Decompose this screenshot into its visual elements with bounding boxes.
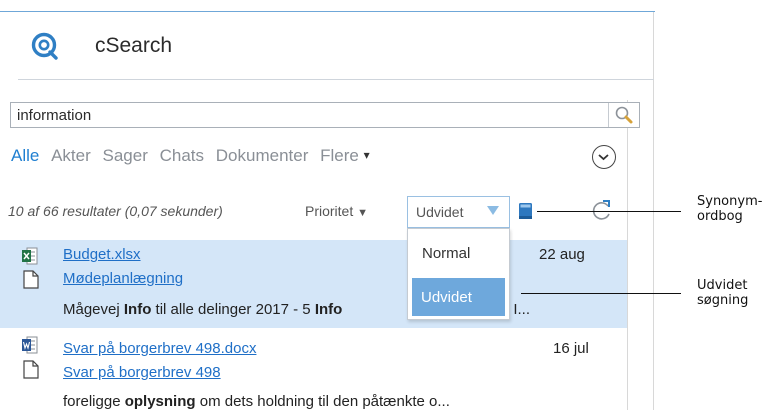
tab-alle[interactable]: Alle bbox=[11, 146, 39, 166]
window-top-border bbox=[0, 11, 655, 12]
search-mode-select[interactable]: Udvidet bbox=[407, 196, 510, 228]
more-caret-icon: ▾ bbox=[363, 148, 370, 162]
snippet-text: til alle delinger 2017 - 5 bbox=[151, 301, 315, 318]
search-mode-value: Udvidet bbox=[416, 204, 464, 220]
result-file-link[interactable]: Svar på borgerbrev 498.docx bbox=[63, 340, 256, 357]
document-icon bbox=[23, 270, 39, 289]
snippet-highlight: Info bbox=[314, 301, 343, 318]
result-snippet: foreligge oplysning om dets holdning til… bbox=[63, 393, 450, 410]
tab-chats[interactable]: Chats bbox=[160, 146, 204, 166]
snippet-highlight: Info bbox=[123, 301, 152, 318]
word-file-icon bbox=[22, 336, 38, 354]
csearch-logo-icon bbox=[31, 32, 58, 60]
result-case-link[interactable]: Mødeplanlægning bbox=[63, 270, 183, 287]
priority-label: Prioritet bbox=[305, 203, 354, 219]
results-count: 10 af 66 resultater (0,07 sekunder) bbox=[8, 203, 223, 219]
result-case-link[interactable]: Svar på borgerbrev 498 bbox=[63, 364, 221, 381]
tab-flere[interactable]: Flere ▾ bbox=[320, 146, 370, 166]
refresh-icon[interactable] bbox=[589, 197, 615, 223]
results-scroll-divider bbox=[627, 100, 628, 410]
search-icon bbox=[615, 106, 633, 124]
result-date: 16 jul bbox=[553, 340, 589, 357]
synonym-dictionary-icon[interactable] bbox=[518, 202, 533, 220]
search-button[interactable] bbox=[608, 103, 639, 127]
result-date: 22 aug bbox=[539, 246, 585, 263]
snippet-highlight: oplysning bbox=[124, 393, 196, 410]
tab-sager[interactable]: Sager bbox=[103, 146, 148, 166]
search-input[interactable]: information bbox=[10, 102, 640, 128]
dropdown-caret-icon bbox=[487, 206, 499, 215]
option-udvidet-label: Udvidet bbox=[421, 289, 472, 306]
snippet-text: foreligge bbox=[63, 393, 125, 410]
option-normal[interactable]: Normal bbox=[408, 229, 509, 275]
tab-flere-label: Flere bbox=[320, 146, 359, 165]
tab-dokumenter[interactable]: Dokumenter bbox=[216, 146, 309, 166]
caret-down-icon: ▼ bbox=[357, 207, 369, 219]
search-input-value: information bbox=[17, 107, 92, 124]
result-snippet: Mågevej Info til alle delinger 2017 - 5 … bbox=[63, 301, 342, 318]
chevron-down-icon bbox=[598, 154, 609, 161]
result-tabs: Alle Akter Sager Chats Dokumenter Flere … bbox=[11, 146, 377, 166]
callout-line-synonym bbox=[537, 211, 681, 212]
option-normal-label: Normal bbox=[422, 245, 471, 262]
document-icon bbox=[23, 360, 39, 379]
app-title: cSearch bbox=[95, 34, 173, 57]
priority-sort-button[interactable]: Prioritet ▼ bbox=[305, 203, 368, 219]
tab-akter[interactable]: Akter bbox=[51, 146, 91, 166]
snippet-text: Mågevej bbox=[63, 301, 124, 318]
callout-line-udvidet bbox=[521, 293, 681, 294]
expand-filters-button[interactable] bbox=[592, 145, 616, 169]
header-divider bbox=[18, 79, 654, 80]
callout-extended-search: Udvidet søgning bbox=[697, 278, 749, 308]
result-file-link[interactable]: Budget.xlsx bbox=[63, 246, 141, 263]
search-mode-dropdown: Normal Udvidet bbox=[407, 228, 510, 320]
snippet-text: om dets holdning til den påtænkte o... bbox=[195, 393, 450, 410]
callout-synonym-dictionary: Synonym- ordbog bbox=[697, 194, 763, 224]
option-udvidet[interactable]: Udvidet bbox=[412, 278, 505, 316]
excel-file-icon bbox=[22, 247, 38, 265]
